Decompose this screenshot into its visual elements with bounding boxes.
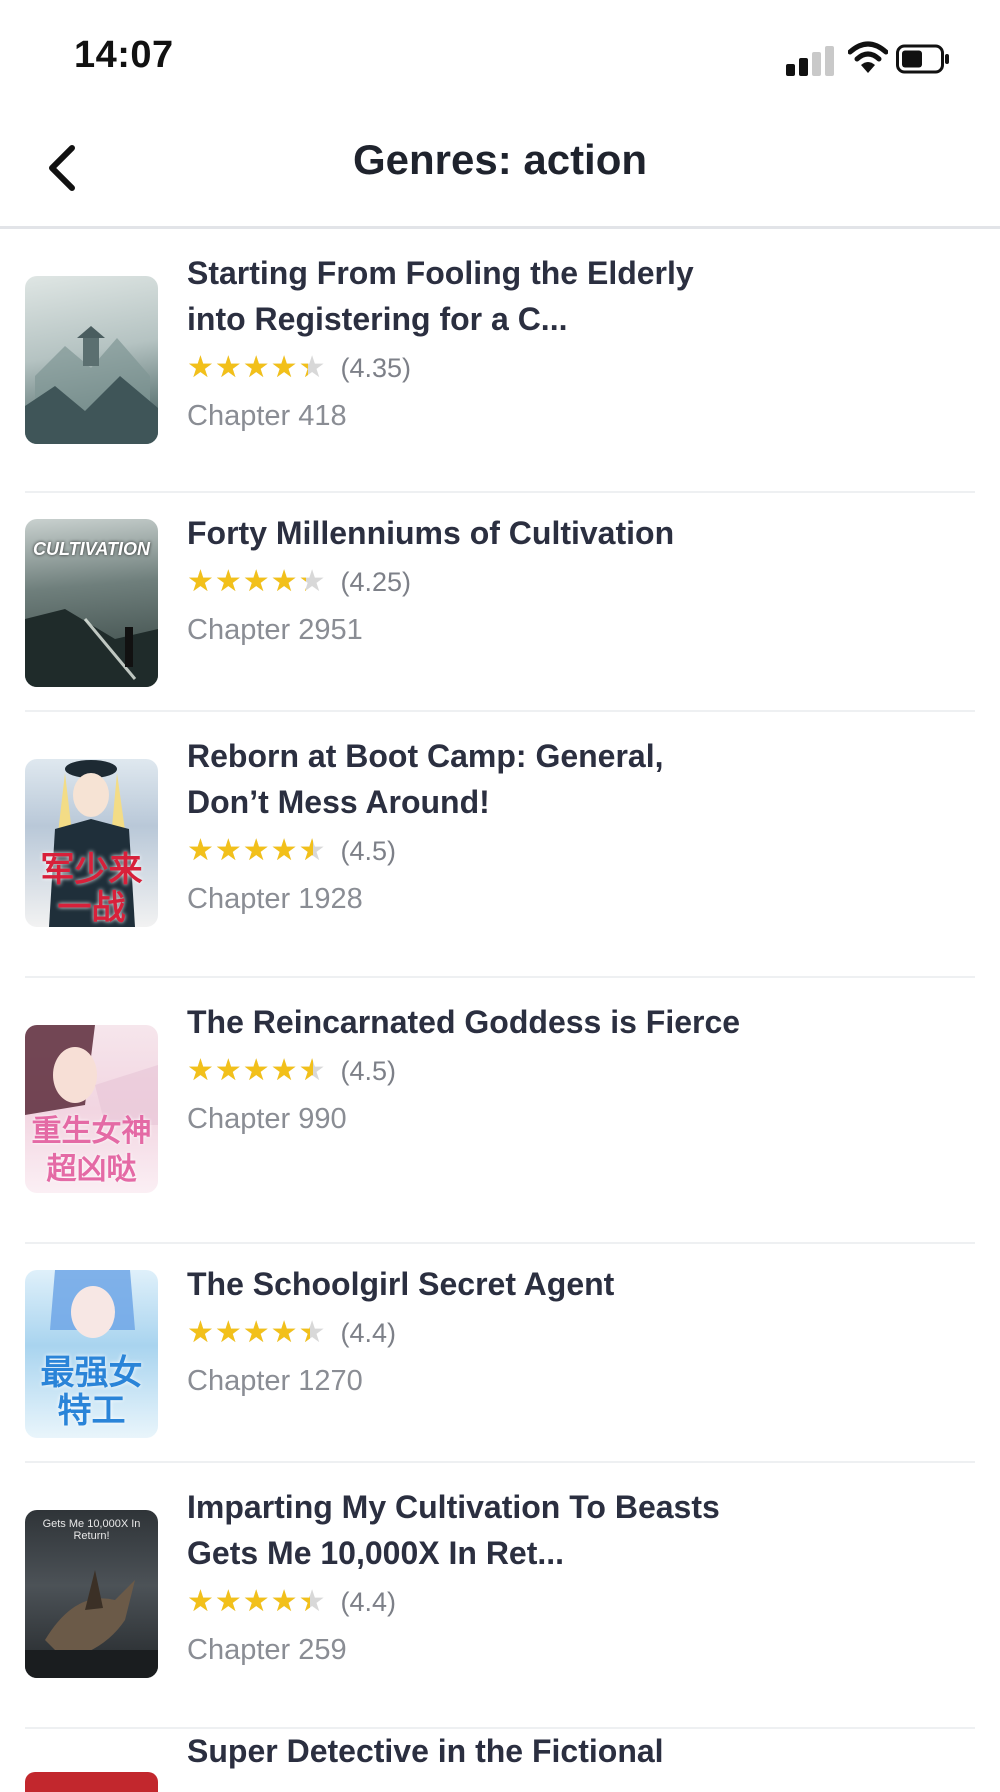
book-item[interactable]: 最强女特工 The Schoolgirl Secret Agent ★★★★★ ★… bbox=[0, 1244, 1000, 1463]
status-time: 14:07 bbox=[74, 34, 174, 76]
book-chapter: Chapter 1928 bbox=[187, 883, 363, 915]
book-list: Starting From Fooling the Elderly into R… bbox=[0, 229, 1000, 1729]
star-rating-icon: ★★★★★★★★★★ bbox=[187, 1315, 327, 1350]
book-info: Imparting My Cultivation To Beasts Gets … bbox=[187, 1484, 747, 1670]
book-title-partial[interactable]: Super Detective in the Fictional bbox=[187, 1733, 664, 1770]
book-chapter: Chapter 418 bbox=[187, 400, 347, 432]
book-title: Imparting My Cultivation To Beasts Gets … bbox=[187, 1489, 720, 1571]
book-item[interactable]: Starting From Fooling the Elderly into R… bbox=[0, 229, 1000, 493]
book-chapter: Chapter 2951 bbox=[187, 614, 363, 646]
book-rating: ★★★★★★★★★★ (4.35) bbox=[187, 346, 747, 390]
rating-value: (4.5) bbox=[340, 1055, 397, 1086]
book-chapter: Chapter 259 bbox=[187, 1634, 347, 1666]
cover-artwork bbox=[25, 609, 158, 687]
rating-value: (4.5) bbox=[340, 835, 397, 866]
star-rating-icon: ★★★★★★★★★★ bbox=[187, 833, 327, 868]
book-info: The Schoolgirl Secret Agent ★★★★★★★★★★ (… bbox=[187, 1261, 747, 1401]
book-info: Reborn at Boot Camp: General, Don’t Mess… bbox=[187, 733, 747, 919]
book-title: The Schoolgirl Secret Agent bbox=[187, 1266, 615, 1302]
book-chapter: Chapter 990 bbox=[187, 1103, 347, 1135]
book-item[interactable]: 重生女神超凶哒 The Reincarnated Goddess is Fier… bbox=[0, 978, 1000, 1244]
book-rating: ★★★★★★★★★★ (4.5) bbox=[187, 829, 747, 873]
book-rating: ★★★★★★★★★★ (4.5) bbox=[187, 1049, 747, 1093]
book-title: Starting From Fooling the Elderly into R… bbox=[187, 255, 694, 337]
book-cover[interactable]: 军少来一战 bbox=[25, 759, 158, 927]
book-rating: ★★★★★★★★★★ (4.25) bbox=[187, 560, 747, 604]
page-title: Genres: action bbox=[352, 136, 648, 183]
rating-value: (4.4) bbox=[340, 1317, 397, 1348]
battery-icon bbox=[896, 44, 949, 74]
book-rating: ★★★★★★★★★★ (4.4) bbox=[187, 1580, 747, 1624]
book-info: Forty Millenniums of Cultivation ★★★★★ ★★… bbox=[187, 510, 747, 650]
status-bar: 14:07 bbox=[0, 0, 1000, 110]
book-cover[interactable] bbox=[25, 276, 158, 444]
book-item[interactable]: Gets Me 10,000X In Return! Imparting My … bbox=[0, 1463, 1000, 1729]
book-info: The Reincarnated Goddess is Fierce ★★★★★… bbox=[187, 999, 747, 1139]
book-cover[interactable]: 重生女神超凶哒 bbox=[25, 1025, 158, 1193]
book-item[interactable]: 军少来一战 Reborn at Boot Camp: General, Don’… bbox=[0, 712, 1000, 978]
nav-header: Genres: action bbox=[0, 110, 1000, 228]
rating-value: (4.35) bbox=[340, 352, 412, 383]
book-info: Starting From Fooling the Elderly into R… bbox=[187, 250, 747, 436]
star-rating-icon: ★★★★★★★★★★ bbox=[187, 350, 327, 385]
book-title: The Reincarnated Goddess is Fierce bbox=[187, 1004, 741, 1040]
star-rating-icon: ★★★★★★★★★★ bbox=[187, 1584, 327, 1619]
book-title: Forty Millenniums of Cultivation bbox=[187, 515, 675, 551]
book-cover[interactable]: 最强女特工 bbox=[25, 1270, 158, 1438]
rating-value: (4.4) bbox=[340, 1586, 397, 1617]
rating-value: (4.25) bbox=[340, 566, 412, 597]
cellular-signal-icon bbox=[786, 44, 842, 76]
star-rating-icon: ★★★★★★★★★★ bbox=[187, 564, 327, 599]
book-rating: ★★★★★★★★★★ (4.4) bbox=[187, 1311, 747, 1355]
cover-artwork bbox=[25, 326, 158, 444]
wifi-icon bbox=[848, 41, 888, 73]
star-rating-icon: ★★★★★★★★★★ bbox=[187, 1053, 327, 1088]
book-item[interactable]: CULTIVATION Forty Millenniums of Cultiva… bbox=[0, 493, 1000, 712]
row-divider bbox=[25, 1727, 975, 1729]
book-cover[interactable]: CULTIVATION bbox=[25, 519, 158, 687]
cover-artwork bbox=[25, 1570, 158, 1678]
book-chapter: Chapter 1270 bbox=[187, 1365, 363, 1397]
book-title: Reborn at Boot Camp: General, Don’t Mess… bbox=[187, 738, 664, 820]
book-cover[interactable]: Gets Me 10,000X In Return! bbox=[25, 1510, 158, 1678]
book-cover-partial[interactable] bbox=[25, 1772, 158, 1792]
